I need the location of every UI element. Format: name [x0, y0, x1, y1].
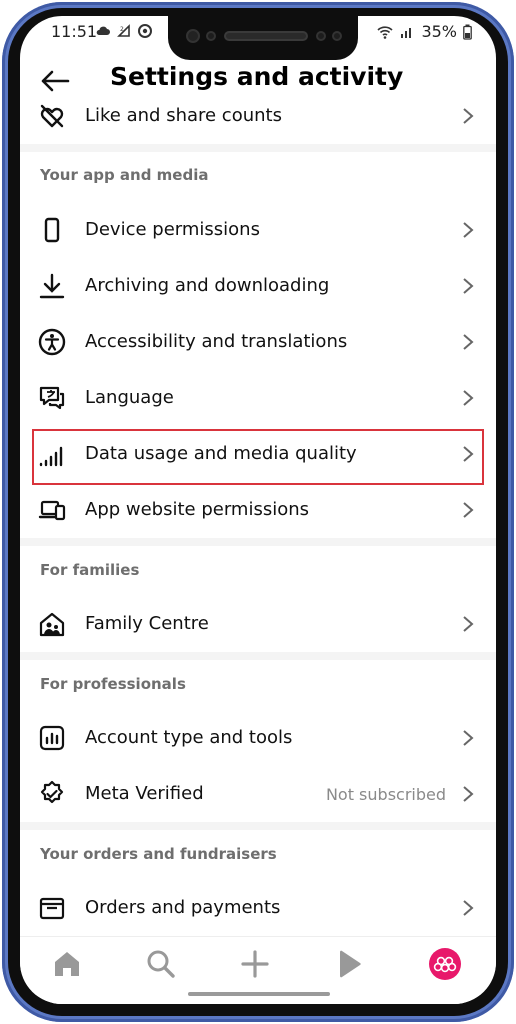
- devices-icon: [38, 500, 66, 521]
- section-heading-families: For families: [40, 561, 140, 579]
- data-saver-icon: 2: [117, 24, 130, 37]
- status-left-icons: 2: [95, 23, 153, 39]
- profile-avatar[interactable]: [428, 947, 462, 981]
- battery-icon: [463, 24, 472, 40]
- language-icon: [39, 386, 65, 410]
- gesture-home-bar[interactable]: [188, 992, 330, 996]
- settings-item-label: Accessibility and translations: [85, 331, 348, 352]
- chevron-right-icon: [463, 900, 474, 916]
- section-divider: [20, 652, 496, 660]
- settings-item-family-centre[interactable]: Family Centre: [20, 596, 496, 652]
- settings-item-label: Meta Verified: [85, 783, 204, 804]
- heart-off-icon: [40, 104, 64, 128]
- settings-item-label: Family Centre: [85, 613, 209, 634]
- chevron-right-icon: [463, 278, 474, 294]
- chevron-right-icon: [463, 502, 474, 518]
- chevron-right-icon: [463, 390, 474, 406]
- battery-percent: 35%: [421, 22, 457, 41]
- section-divider: [20, 538, 496, 546]
- page-title: Settings and activity: [110, 62, 404, 91]
- settings-item-language[interactable]: Language: [20, 370, 496, 426]
- settings-item-app-website-permissions[interactable]: App website permissions: [20, 482, 496, 538]
- bar-chart-icon: [39, 725, 65, 751]
- settings-item-label: Device permissions: [85, 219, 260, 240]
- section-heading-orders: Your orders and fundraisers: [40, 845, 277, 863]
- reels-play-icon[interactable]: [332, 947, 366, 981]
- settings-item-label: Like and share counts: [85, 105, 282, 126]
- settings-item-label: Account type and tools: [85, 727, 293, 748]
- settings-item-label: Archiving and downloading: [85, 275, 330, 296]
- settings-item-label: App website permissions: [85, 499, 310, 520]
- sync-icon: [138, 24, 152, 38]
- wifi-icon: [377, 25, 393, 39]
- settings-item-accessibility-translations[interactable]: Accessibility and translations: [20, 314, 496, 370]
- settings-item-device-permissions[interactable]: Device permissions: [20, 202, 496, 258]
- section-heading-app-media: Your app and media: [40, 166, 209, 184]
- camera-lens: [186, 29, 200, 43]
- screen: 11:51 2 35% Settings and activity Like a…: [20, 16, 496, 1004]
- settings-item-label: Orders and payments: [85, 897, 281, 918]
- settings-item-archiving-downloading[interactable]: Archiving and downloading: [20, 258, 496, 314]
- earpiece-speaker: [224, 31, 308, 41]
- status-right-icons: 35%: [377, 22, 472, 41]
- download-icon: [39, 273, 65, 299]
- cloud-icon: [96, 26, 110, 35]
- chevron-right-icon: [463, 786, 474, 802]
- highlight-box: [32, 429, 484, 485]
- plus-icon[interactable]: [238, 947, 272, 981]
- chevron-right-icon: [463, 108, 474, 124]
- phone-icon: [44, 217, 60, 243]
- subscription-status: Not subscribed: [325, 785, 446, 804]
- section-divider: [20, 822, 496, 830]
- chevron-right-icon: [463, 616, 474, 632]
- search-icon[interactable]: [144, 947, 178, 981]
- chevron-right-icon: [463, 334, 474, 350]
- section-heading-professionals: For professionals: [40, 675, 186, 693]
- chevron-right-icon: [463, 730, 474, 746]
- svg-text:2: 2: [120, 26, 124, 33]
- orders-box-icon: [39, 897, 65, 920]
- camera-notch: [168, 16, 358, 60]
- home-icon[interactable]: [50, 947, 84, 981]
- cell-signal-icon: [401, 27, 412, 38]
- sensor-dot: [206, 31, 216, 41]
- verified-badge-icon: [40, 780, 64, 804]
- chevron-right-icon: [463, 222, 474, 238]
- settings-item-account-type-tools[interactable]: Account type and tools: [20, 710, 496, 766]
- section-divider: [20, 144, 496, 152]
- sensor-dot: [332, 31, 342, 41]
- sensor-dot: [316, 31, 326, 41]
- settings-item-like-share-counts[interactable]: Like and share counts: [20, 88, 496, 144]
- family-home-icon: [39, 612, 65, 637]
- status-time: 11:51: [51, 22, 98, 41]
- settings-item-label: Language: [85, 387, 174, 408]
- settings-item-meta-verified[interactable]: Meta Verified Not subscribed: [20, 766, 496, 822]
- accessibility-icon: [38, 328, 66, 356]
- settings-item-orders-payments[interactable]: Orders and payments: [20, 880, 496, 936]
